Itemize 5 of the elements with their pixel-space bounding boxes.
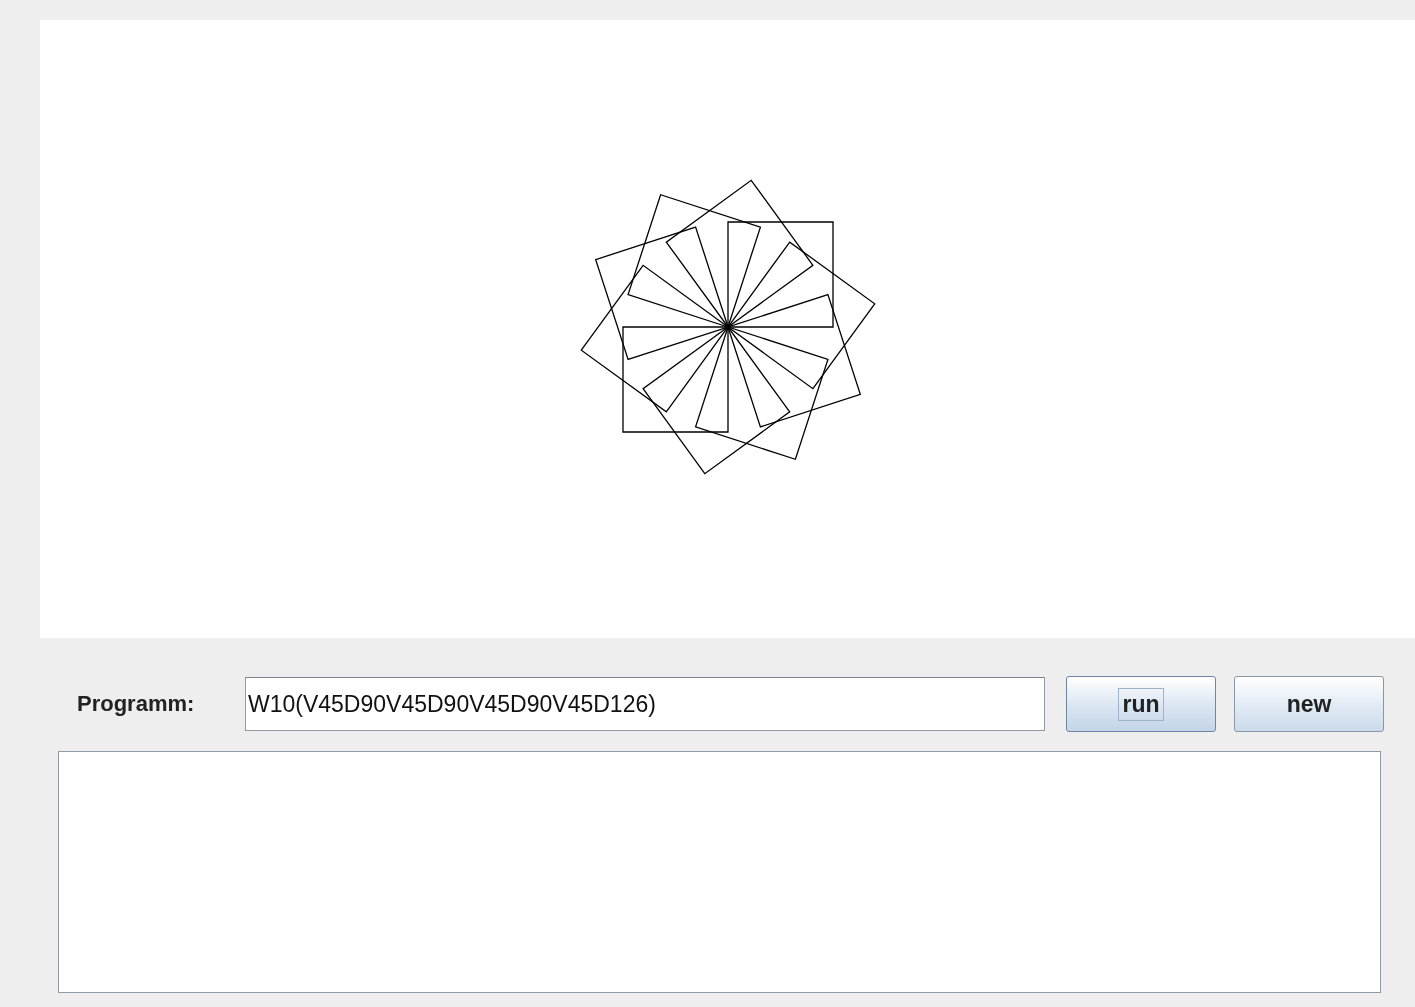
program-field[interactable]: W10(V45D90V45D90V45D90V45D126) [245, 677, 1045, 731]
new-button[interactable]: new [1234, 676, 1384, 732]
output-area[interactable] [58, 751, 1381, 993]
program-label: Programm: [77, 691, 196, 717]
run-button[interactable]: run [1066, 676, 1216, 732]
